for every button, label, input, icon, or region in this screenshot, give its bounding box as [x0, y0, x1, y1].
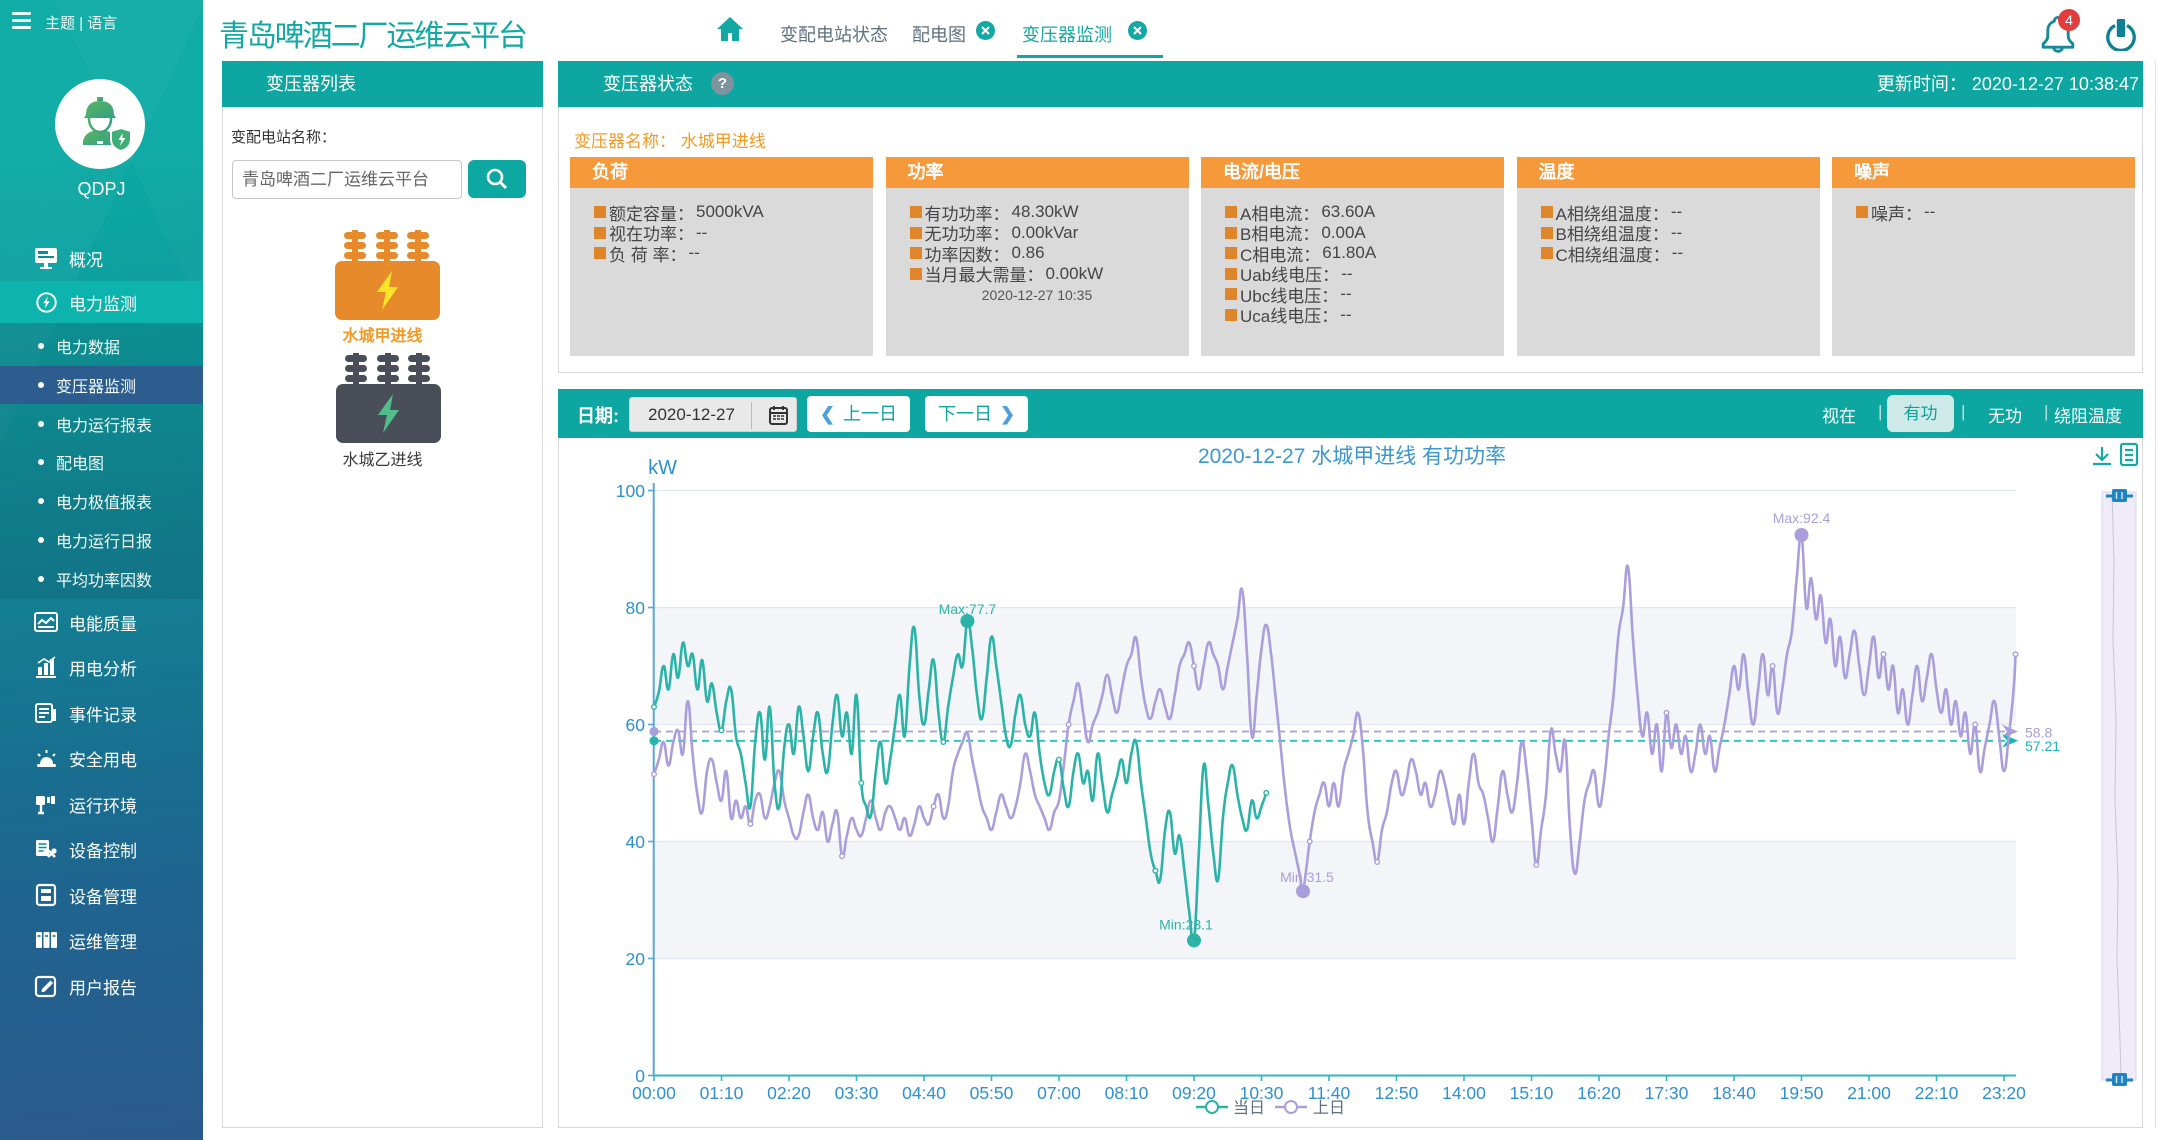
svg-text:当日: 当日	[1233, 1099, 1265, 1117]
svg-text:15:10: 15:10	[1510, 1083, 1554, 1103]
svg-text:上日: 上日	[1313, 1099, 1345, 1117]
svg-text:80: 80	[626, 598, 646, 618]
svg-text:18:40: 18:40	[1712, 1083, 1756, 1103]
svg-text:17:30: 17:30	[1645, 1083, 1689, 1103]
svg-text:09:20: 09:20	[1172, 1083, 1216, 1103]
svg-text:40: 40	[626, 832, 646, 852]
svg-text:14:00: 14:00	[1442, 1083, 1486, 1103]
svg-text:01:10: 01:10	[700, 1083, 744, 1103]
svg-text:22:10: 22:10	[1915, 1083, 1959, 1103]
svg-text:16:20: 16:20	[1577, 1083, 1621, 1103]
svg-text:21:00: 21:00	[1847, 1083, 1891, 1103]
svg-text:19:50: 19:50	[1780, 1083, 1824, 1103]
svg-text:57.21: 57.21	[2025, 738, 2060, 754]
svg-text:20: 20	[626, 949, 646, 969]
svg-text:23:20: 23:20	[1982, 1083, 2026, 1103]
svg-text:02:20: 02:20	[767, 1083, 811, 1103]
svg-text:100: 100	[616, 481, 645, 501]
svg-text:08:10: 08:10	[1105, 1083, 1149, 1103]
svg-text:2020-12-27 水城甲进线 有功功率: 2020-12-27 水城甲进线 有功功率	[1198, 445, 1506, 468]
svg-text:05:50: 05:50	[970, 1083, 1014, 1103]
svg-text:07:00: 07:00	[1037, 1083, 1081, 1103]
svg-text:Max:92.4: Max:92.4	[1773, 510, 1831, 526]
svg-text:12:50: 12:50	[1375, 1083, 1419, 1103]
svg-text:Max:77.7: Max:77.7	[939, 601, 997, 617]
svg-text:00:00: 00:00	[632, 1083, 676, 1103]
svg-text:Min:23.1: Min:23.1	[1159, 916, 1213, 932]
svg-text:04:40: 04:40	[902, 1083, 946, 1103]
svg-text:03:30: 03:30	[835, 1083, 879, 1103]
svg-text:kW: kW	[648, 457, 677, 479]
svg-text:60: 60	[626, 715, 646, 735]
svg-text:Min:31.5: Min:31.5	[1280, 869, 1334, 885]
